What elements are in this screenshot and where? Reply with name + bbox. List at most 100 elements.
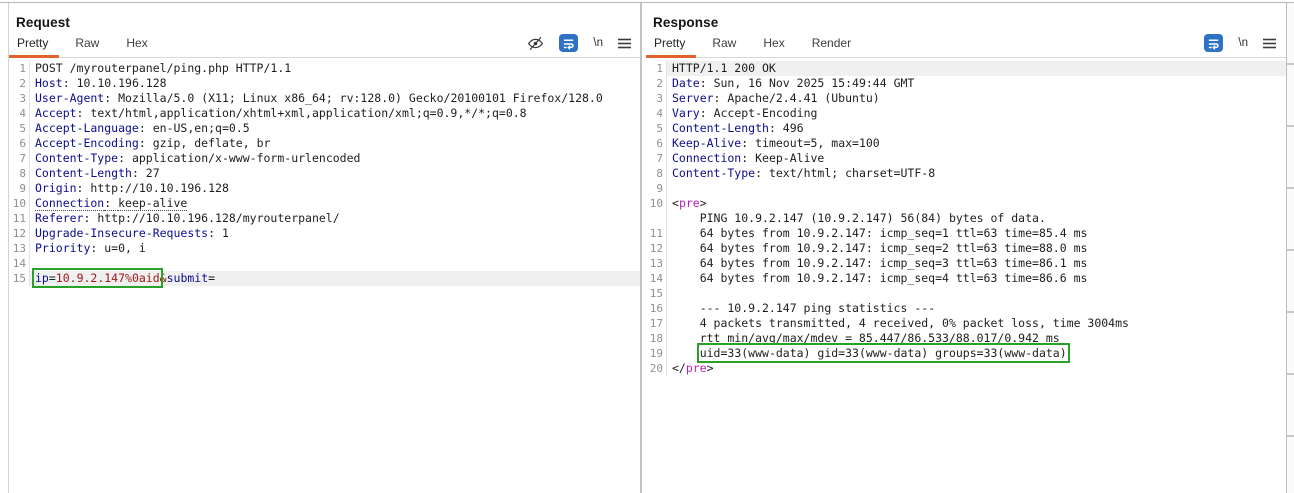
- line-content: HTTP/1.1 200 OK: [666, 61, 1286, 76]
- code-line[interactable]: 5 Content-Length: 496: [646, 121, 1286, 136]
- tab-hex[interactable]: Hex: [763, 36, 784, 57]
- code-line[interactable]: 8 Content-Length: 27: [9, 166, 641, 181]
- line-content: Referer: http://10.10.196.128/myrouterpa…: [29, 211, 641, 226]
- code-line[interactable]: 8 Content-Type: text/html; charset=UTF-8: [646, 166, 1286, 181]
- code-line[interactable]: 10 <pre>: [646, 196, 1286, 211]
- response-panel: Response Pretty Raw Hex Render \n 1 HTTP…: [645, 3, 1286, 493]
- code-segment: timeout=5, max=100: [755, 136, 880, 150]
- line-number: 20: [649, 362, 663, 375]
- word-wrap-icon[interactable]: [1204, 34, 1224, 52]
- tab-label: Raw: [712, 36, 737, 50]
- code-segment: keep-alive: [118, 196, 188, 211]
- line-number: 8: [19, 167, 26, 180]
- inspector-collapsed-strip[interactable]: [1287, 3, 1294, 493]
- code-line[interactable]: 14 64 bytes from 10.9.2.147: icmp_seq=4 …: [646, 271, 1286, 286]
- panel-splitter[interactable]: [640, 3, 642, 493]
- code-line[interactable]: 1 POST /myrouterpanel/ping.php HTTP/1.1: [9, 61, 641, 76]
- code-line[interactable]: 6 Accept-Encoding: gzip, deflate, br: [9, 136, 641, 151]
- tab-raw[interactable]: Raw: [75, 36, 99, 57]
- line-number: 13: [649, 257, 663, 270]
- code-line[interactable]: 11 64 bytes from 10.9.2.147: icmp_seq=1 …: [646, 226, 1286, 241]
- line-number: 12: [649, 242, 663, 255]
- code-line[interactable]: 15: [646, 286, 1286, 301]
- code-segment: Referer: [35, 211, 84, 225]
- code-line[interactable]: 9 Origin: http://10.10.196.128: [9, 181, 641, 196]
- line-content: Vary: Accept-Encoding: [666, 106, 1286, 121]
- code-line[interactable]: 2 Host: 10.10.196.128: [9, 76, 641, 91]
- tab-label: Pretty: [654, 36, 686, 50]
- menu-icon[interactable]: [1263, 38, 1276, 49]
- code-segment: text/html; charset=UTF-8: [768, 166, 936, 180]
- code-line[interactable]: 19 uid=33(www-data) gid=33(www-data) gro…: [646, 343, 1286, 363]
- code-segment: Content-Length: [672, 121, 769, 135]
- code-segment: Accept: [35, 106, 77, 120]
- tab-hex[interactable]: Hex: [126, 36, 147, 57]
- highlight-box: uid=33(www-data) gid=33(www-data) groups…: [696, 343, 1070, 363]
- code-line[interactable]: 20 </pre>: [646, 361, 1286, 376]
- code-segment: rtt min/avg/max/mdev = 85.447/86.533/88.…: [672, 331, 1060, 345]
- code-line[interactable]: 3 Server: Apache/2.4.41 (Ubuntu): [646, 91, 1286, 106]
- tab-raw[interactable]: Raw: [712, 36, 736, 57]
- response-editor[interactable]: 1 HTTP/1.1 200 OK 2 Date: Sun, 16 Nov 2025 …: [646, 58, 1286, 376]
- code-segment: pre: [685, 361, 707, 375]
- code-line[interactable]: 17 4 packets transmitted, 4 received, 0%…: [646, 316, 1286, 331]
- tab-label: Hex: [763, 36, 785, 50]
- code-line[interactable]: 10 Connection: keep-alive: [9, 196, 641, 211]
- code-segment: <: [672, 196, 679, 210]
- code-line[interactable]: 6 Keep-Alive: timeout=5, max=100: [646, 136, 1286, 151]
- code-segment: 10.10.196.128: [76, 76, 167, 90]
- code-line[interactable]: 9: [646, 181, 1286, 196]
- hide-non-printable-icon[interactable]: [527, 36, 544, 51]
- code-line[interactable]: 12 64 bytes from 10.9.2.147: icmp_seq=2 …: [646, 241, 1286, 256]
- code-line[interactable]: 7 Connection: Keep-Alive: [646, 151, 1286, 166]
- code-segment: :: [768, 121, 783, 135]
- request-editor[interactable]: 1 POST /myrouterpanel/ping.php HTTP/1.1 2 H…: [9, 58, 641, 288]
- code-segment: 27: [145, 166, 160, 180]
- code-line[interactable]: 11 Referer: http://10.10.196.128/myrouter…: [9, 211, 641, 226]
- code-line[interactable]: 16 --- 10.9.2.147 ping statistics ---: [646, 301, 1286, 316]
- code-line[interactable]: 18 rtt min/avg/max/mdev = 85.447/86.533/…: [646, 331, 1286, 346]
- line-content: Content-Length: 27: [29, 166, 641, 181]
- code-line[interactable]: 12 Upgrade-Insecure-Requests: 1: [9, 226, 641, 241]
- code-line[interactable]: 14: [9, 256, 641, 271]
- code-segment: 1: [221, 226, 229, 240]
- code-line[interactable]: 4 Vary: Accept-Encoding: [646, 106, 1286, 121]
- code-segment: =: [208, 271, 216, 285]
- line-number: 10: [649, 197, 663, 210]
- code-line[interactable]: 4 Accept: text/html,application/xhtml+xml…: [9, 106, 641, 121]
- line-number: 12: [12, 227, 26, 240]
- code-line[interactable]: 1 HTTP/1.1 200 OK: [646, 61, 1286, 76]
- code-line[interactable]: 3 User-Agent: Mozilla/5.0 (X11; Linux x86…: [9, 91, 641, 106]
- tab-pretty[interactable]: Pretty: [8, 36, 60, 58]
- word-wrap-icon[interactable]: [559, 34, 579, 52]
- tab-label: Raw: [75, 36, 100, 50]
- tab-pretty[interactable]: Pretty: [645, 36, 697, 58]
- code-line[interactable]: PING 10.9.2.147 (10.9.2.147) 56(84) byte…: [646, 211, 1286, 226]
- tab-render[interactable]: Render: [812, 36, 851, 57]
- code-segment: Origin: [35, 181, 77, 195]
- code-segment: :: [76, 181, 91, 195]
- menu-icon[interactable]: [618, 38, 631, 49]
- code-segment: POST /myrouterpanel/ping.php HTTP/1.1: [35, 61, 292, 75]
- line-number: 1: [656, 62, 663, 75]
- code-segment: application/x-www-form-urlencoded: [131, 151, 361, 165]
- line-number: 15: [649, 287, 663, 300]
- newline-toggle-icon[interactable]: \n: [1238, 37, 1248, 49]
- code-segment: HTTP/1.1 200 OK: [672, 61, 776, 75]
- code-line[interactable]: 2 Date: Sun, 16 Nov 2025 15:49:44 GMT: [646, 76, 1286, 91]
- code-line[interactable]: 13 Priority: u=0, i: [9, 241, 641, 256]
- code-line[interactable]: 7 Content-Type: application/x-www-form-ur…: [9, 151, 641, 166]
- line-content: Content-Length: 496: [666, 121, 1286, 136]
- request-panel-title: Request: [16, 15, 70, 30]
- line-number: 5: [19, 122, 26, 135]
- line-number: 11: [649, 227, 663, 240]
- line-content: Accept-Language: en-US,en;q=0.5: [29, 121, 641, 136]
- line-content: Connection: Keep-Alive: [666, 151, 1286, 166]
- code-segment: Connection: [672, 151, 742, 165]
- code-segment: Content-Type: [672, 166, 756, 180]
- code-line[interactable]: 13 64 bytes from 10.9.2.147: icmp_seq=3 …: [646, 256, 1286, 271]
- code-segment: &: [159, 271, 167, 285]
- code-line[interactable]: 5 Accept-Language: en-US,en;q=0.5: [9, 121, 641, 136]
- newline-toggle-icon[interactable]: \n: [593, 37, 603, 49]
- code-line[interactable]: 15 ip=10.9.2.147%0aid&submit=: [9, 268, 641, 288]
